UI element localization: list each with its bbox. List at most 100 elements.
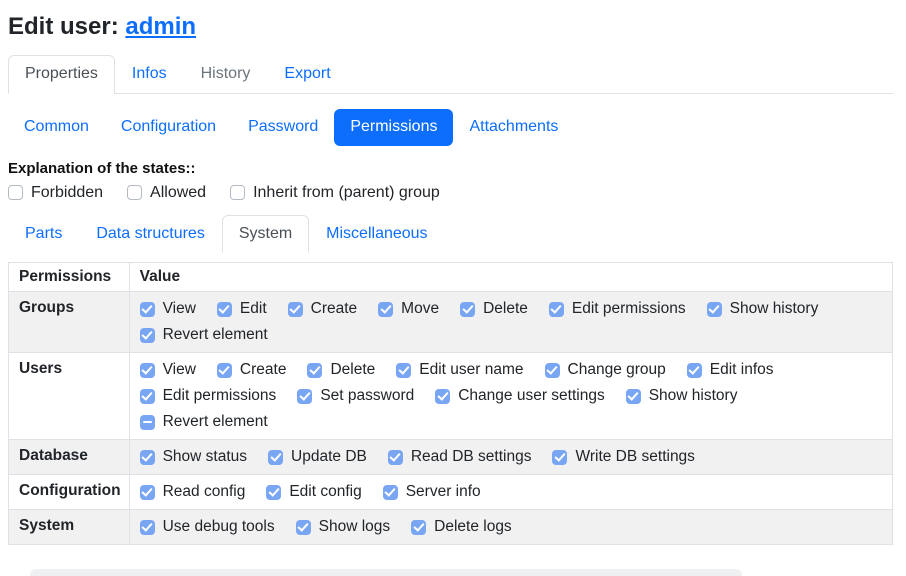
database-checkbox-show-status[interactable]: Show status — [140, 448, 247, 466]
checkbox-label: Edit config — [289, 483, 361, 501]
users-checkbox-edit-permissions[interactable]: Edit permissions — [140, 387, 277, 405]
permission-values-cell: View Edit Create Move Delete Edit permissions… — [129, 292, 892, 353]
checkbox-unchecked-icon — [127, 185, 142, 200]
checkbox-label: Update DB — [291, 448, 367, 466]
tab-item: Infos — [115, 55, 184, 93]
checkbox-label: Revert element — [163, 413, 268, 431]
permtab-system[interactable]: System — [222, 215, 309, 254]
permtab-parts[interactable]: Parts — [8, 215, 79, 254]
checkbox-label: Revert element — [163, 326, 268, 344]
system-checkbox-delete-logs[interactable]: Delete logs — [411, 518, 512, 536]
perm-line: Revert element — [140, 409, 882, 435]
groups-checkbox-view[interactable]: View — [140, 300, 196, 318]
database-checkbox-write-db-settings[interactable]: Write DB settings — [552, 448, 694, 466]
pill-item: Attachments — [453, 109, 574, 146]
states-legend: Explanation of the states:: Forbidden All… — [8, 160, 893, 202]
configuration-checkbox-server-info[interactable]: Server info — [383, 483, 481, 501]
configuration-checkbox-edit-config[interactable]: Edit config — [266, 483, 361, 501]
table-row: Groups View Edit Create Move Delete Edit permi… — [9, 292, 893, 353]
pill-configuration[interactable]: Configuration — [105, 109, 232, 146]
checkbox-label: Edit — [240, 300, 267, 318]
checkbox-label: Move — [401, 300, 439, 318]
perm-line: View Edit Create Move Delete Edit permissions… — [140, 296, 882, 322]
permission-category-users: Users — [9, 353, 130, 440]
groups-checkbox-edit-permissions[interactable]: Edit permissions — [549, 300, 686, 318]
checkbox-label: Edit permissions — [163, 387, 277, 405]
perm-line: Edit permissions Set password Change user … — [140, 383, 882, 409]
tab-item: History — [184, 55, 268, 93]
checkbox-label: Use debug tools — [163, 518, 275, 536]
groups-checkbox-revert-element[interactable]: Revert element — [140, 326, 268, 344]
tab-properties[interactable]: Properties — [8, 55, 115, 94]
table-row: Users View Create Delete Edit user name Chang… — [9, 353, 893, 440]
users-checkbox-change-user-settings[interactable]: Change user settings — [435, 387, 604, 405]
partial-bottom-element — [30, 569, 742, 576]
checkbox-label: Edit infos — [710, 361, 774, 379]
legend-checkbox-forbidden[interactable]: Forbidden — [8, 184, 103, 202]
database-checkbox-update-db[interactable]: Update DB — [268, 448, 367, 466]
checkbox-label: Create — [311, 300, 358, 318]
checkbox-label: Read config — [163, 483, 246, 501]
table-row: System Use debug tools Show logs Delete log… — [9, 510, 893, 545]
permission-category-system: System — [9, 510, 130, 545]
column-header-permissions: Permissions — [9, 263, 130, 292]
configuration-checkbox-read-config[interactable]: Read config — [140, 483, 246, 501]
checkbox-checked-icon — [140, 450, 155, 465]
users-checkbox-edit-user-name[interactable]: Edit user name — [396, 361, 523, 379]
users-checkbox-set-password[interactable]: Set password — [297, 387, 414, 405]
checkbox-label: View — [163, 300, 196, 318]
permission-category-tab-bar: PartsData structuresSystemMiscellaneous — [8, 215, 893, 254]
permission-category-groups: Groups — [9, 292, 130, 353]
checkbox-checked-icon — [140, 328, 155, 343]
groups-checkbox-show-history[interactable]: Show history — [707, 300, 819, 318]
database-checkbox-read-db-settings[interactable]: Read DB settings — [388, 448, 532, 466]
pill-item: Configuration — [105, 109, 232, 146]
permtab-item: Parts — [8, 215, 79, 254]
groups-checkbox-edit[interactable]: Edit — [217, 300, 267, 318]
permtab-data-structures[interactable]: Data structures — [79, 215, 221, 254]
checkbox-label: Delete — [330, 361, 375, 379]
users-checkbox-show-history[interactable]: Show history — [626, 387, 738, 405]
system-checkbox-use-debug-tools[interactable]: Use debug tools — [140, 518, 275, 536]
pill-password[interactable]: Password — [232, 109, 334, 146]
users-checkbox-view[interactable]: View — [140, 361, 196, 379]
checkbox-checked-icon — [383, 485, 398, 500]
legend-checkbox-allowed[interactable]: Allowed — [127, 184, 206, 202]
user-link[interactable]: admin — [125, 13, 196, 40]
checkbox-label: View — [163, 361, 196, 379]
pill-permissions[interactable]: Permissions — [334, 109, 453, 146]
groups-checkbox-create[interactable]: Create — [288, 300, 358, 318]
checkbox-label: Set password — [320, 387, 414, 405]
legend-checkbox-inherit-from-parent-group[interactable]: Inherit from (parent) group — [230, 184, 440, 202]
permission-values-cell: Read config Edit config Server info — [129, 475, 892, 510]
checkbox-label: Change group — [568, 361, 666, 379]
pill-item: Password — [232, 109, 334, 146]
tab-infos[interactable]: Infos — [115, 55, 184, 94]
permtab-miscellaneous[interactable]: Miscellaneous — [309, 215, 444, 254]
users-checkbox-revert-element[interactable]: Revert element — [140, 413, 268, 431]
checkbox-label: Show history — [730, 300, 819, 318]
tab-export[interactable]: Export — [267, 55, 347, 94]
users-checkbox-edit-infos[interactable]: Edit infos — [687, 361, 774, 379]
checkbox-checked-icon — [266, 485, 281, 500]
system-checkbox-show-logs[interactable]: Show logs — [296, 518, 391, 536]
users-checkbox-delete[interactable]: Delete — [307, 361, 375, 379]
checkbox-label: Change user settings — [458, 387, 604, 405]
table-header-row: Permissions Value — [9, 263, 893, 292]
users-checkbox-change-group[interactable]: Change group — [545, 361, 666, 379]
checkbox-checked-icon — [140, 302, 155, 317]
checkbox-label: Create — [240, 361, 287, 379]
legend-heading: Explanation of the states:: — [8, 160, 893, 177]
checkbox-checked-icon — [217, 302, 232, 317]
pill-item: Common — [8, 109, 105, 146]
groups-checkbox-delete[interactable]: Delete — [460, 300, 528, 318]
checkbox-checked-icon — [268, 450, 283, 465]
users-checkbox-create[interactable]: Create — [217, 361, 287, 379]
checkbox-label: Delete — [483, 300, 528, 318]
main-tab-bar: PropertiesInfosHistoryExport — [8, 55, 893, 94]
pill-attachments[interactable]: Attachments — [453, 109, 574, 146]
groups-checkbox-move[interactable]: Move — [378, 300, 439, 318]
checkbox-checked-icon — [435, 389, 450, 404]
pill-common[interactable]: Common — [8, 109, 105, 146]
checkbox-checked-icon — [378, 302, 393, 317]
